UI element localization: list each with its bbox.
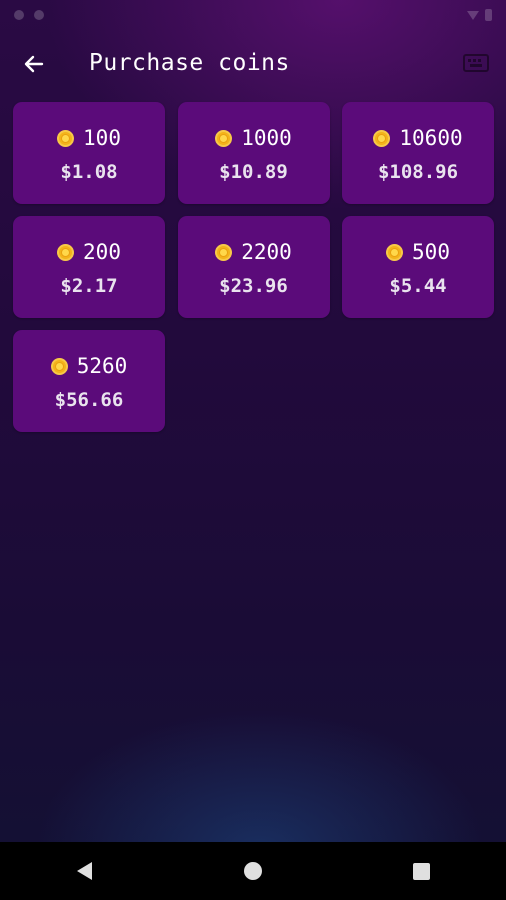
wifi-icon [467, 10, 479, 20]
package-price: $56.66 [54, 389, 124, 411]
coin-icon [215, 129, 233, 147]
coin-amount-row: 500 [386, 237, 450, 267]
coin-amount: 5260 [76, 354, 128, 378]
coin-amount: 100 [83, 126, 121, 150]
coin-icon [373, 129, 391, 147]
back-button[interactable] [18, 48, 50, 80]
square-recents-icon [413, 862, 431, 880]
coin-icon [57, 243, 75, 261]
coin-package-card[interactable]: 200 $2.17 [13, 216, 165, 318]
coin-icon [57, 129, 75, 147]
coin-icon [215, 243, 233, 261]
triangle-back-icon [76, 862, 92, 880]
settings-icon [34, 10, 44, 20]
coin-icon [50, 357, 68, 375]
package-price: $108.96 [377, 161, 459, 183]
nav-home-button[interactable] [223, 842, 283, 900]
coin-amount-row: 200 [57, 237, 121, 267]
coin-amount: 1000 [241, 126, 292, 150]
package-price: $23.96 [219, 275, 288, 297]
nav-recents-button[interactable] [392, 842, 452, 900]
coin-amount-row: 10600 [373, 123, 463, 153]
coin-amount-row: 100 [57, 123, 121, 153]
package-price: $1.08 [60, 161, 118, 183]
coin-amount-row: 2200 [215, 237, 292, 267]
package-price: $2.17 [60, 275, 118, 297]
app-bar: Purchase coins [0, 38, 506, 90]
circle-home-icon [243, 862, 262, 880]
keyboard-icon [463, 54, 489, 72]
coin-package-card[interactable]: 1000 $10.89 [177, 102, 330, 204]
coin-package-card[interactable]: 5260 $56.66 [13, 330, 165, 432]
coin-package-card[interactable]: 10600 $108.96 [342, 102, 494, 204]
system-navigation-bar [0, 842, 506, 900]
package-price: $10.89 [219, 161, 288, 183]
coin-amount-row: 5260 [50, 351, 128, 381]
coin-amount: 200 [83, 240, 121, 264]
coin-amount: 500 [412, 240, 450, 264]
coin-package-card[interactable]: 100 $1.08 [13, 102, 165, 204]
keyboard-button[interactable] [462, 52, 490, 74]
arrow-left-icon [24, 55, 44, 73]
status-right [467, 9, 492, 21]
coin-package-card[interactable]: 2200 $23.96 [177, 216, 330, 318]
package-price: $5.44 [389, 275, 447, 297]
coin-amount-row: 1000 [215, 123, 292, 153]
notification-icon [14, 10, 24, 20]
status-left [14, 10, 44, 20]
coin-icon [386, 243, 404, 261]
coin-amount: 2200 [241, 240, 292, 264]
coin-amount: 10600 [399, 126, 463, 150]
battery-icon [485, 9, 492, 21]
nav-back-button[interactable] [54, 842, 114, 900]
coin-package-card[interactable]: 500 $5.44 [342, 216, 494, 318]
page-title: Purchase coins [89, 50, 290, 76]
status-bar [0, 0, 506, 30]
coin-package-grid: 100 $1.08 1000 $10.89 10600 $108.96 200 … [13, 102, 494, 432]
